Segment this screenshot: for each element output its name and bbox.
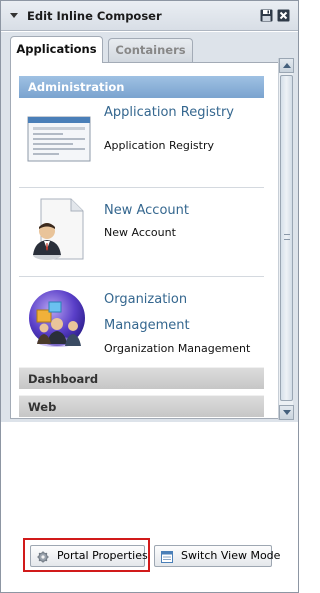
panel-titlebar: Edit Inline Composer <box>1 1 298 31</box>
app-name-organization-management-line2[interactable]: Management <box>104 313 190 339</box>
app-item-new-account[interactable]: New Account New Account <box>19 189 264 277</box>
scroll-down-button[interactable] <box>279 405 294 420</box>
switch-view-mode-button[interactable]: Switch View Mode <box>154 545 280 567</box>
app-description-application-registry: Application Registry <box>104 139 214 152</box>
category-dashboard[interactable]: Dashboard <box>19 367 264 389</box>
organization-management-icon <box>27 288 91 355</box>
new-account-icon <box>27 197 91 266</box>
app-item-application-registry[interactable]: Application Registry Application Registr… <box>19 98 264 188</box>
application-registry-icon <box>27 116 91 165</box>
scroll-up-arrow-icon <box>283 63 291 68</box>
app-name-organization-management-line1[interactable]: Organization <box>104 287 187 313</box>
panel-title: Edit Inline Composer <box>27 9 162 23</box>
scroll-thumb[interactable] <box>280 75 293 401</box>
application-category-list: Administration Application Registry Appl… <box>19 74 295 419</box>
scroll-down-arrow-icon <box>283 410 291 415</box>
tab-applications[interactable]: Applications <box>10 36 103 63</box>
app-description-new-account: New Account <box>104 226 176 239</box>
app-item-organization-management[interactable]: Organization Management Organization Man… <box>19 278 264 364</box>
edit-inline-composer-panel: Edit Inline Composer Applications Contai… <box>0 0 299 593</box>
app-description-organization-management: Organization Management <box>104 342 251 355</box>
close-icon[interactable] <box>277 9 290 22</box>
category-administration[interactable]: Administration <box>19 76 264 98</box>
vertical-scrollbar[interactable] <box>278 58 294 420</box>
tab-containers[interactable]: Containers <box>108 38 193 62</box>
highlight-box <box>23 538 150 572</box>
floppy-disk-icon[interactable] <box>260 9 273 22</box>
scroll-up-button[interactable] <box>279 58 294 73</box>
app-name-application-registry[interactable]: Application Registry <box>104 100 234 126</box>
switch-view-mode-label: Switch View Mode <box>181 549 281 562</box>
switch-view-icon <box>161 550 173 563</box>
grip-icon <box>284 234 290 240</box>
category-web[interactable]: Web <box>19 395 264 417</box>
collapse-arrow-icon[interactable] <box>10 13 18 18</box>
app-name-new-account[interactable]: New Account <box>104 198 189 224</box>
